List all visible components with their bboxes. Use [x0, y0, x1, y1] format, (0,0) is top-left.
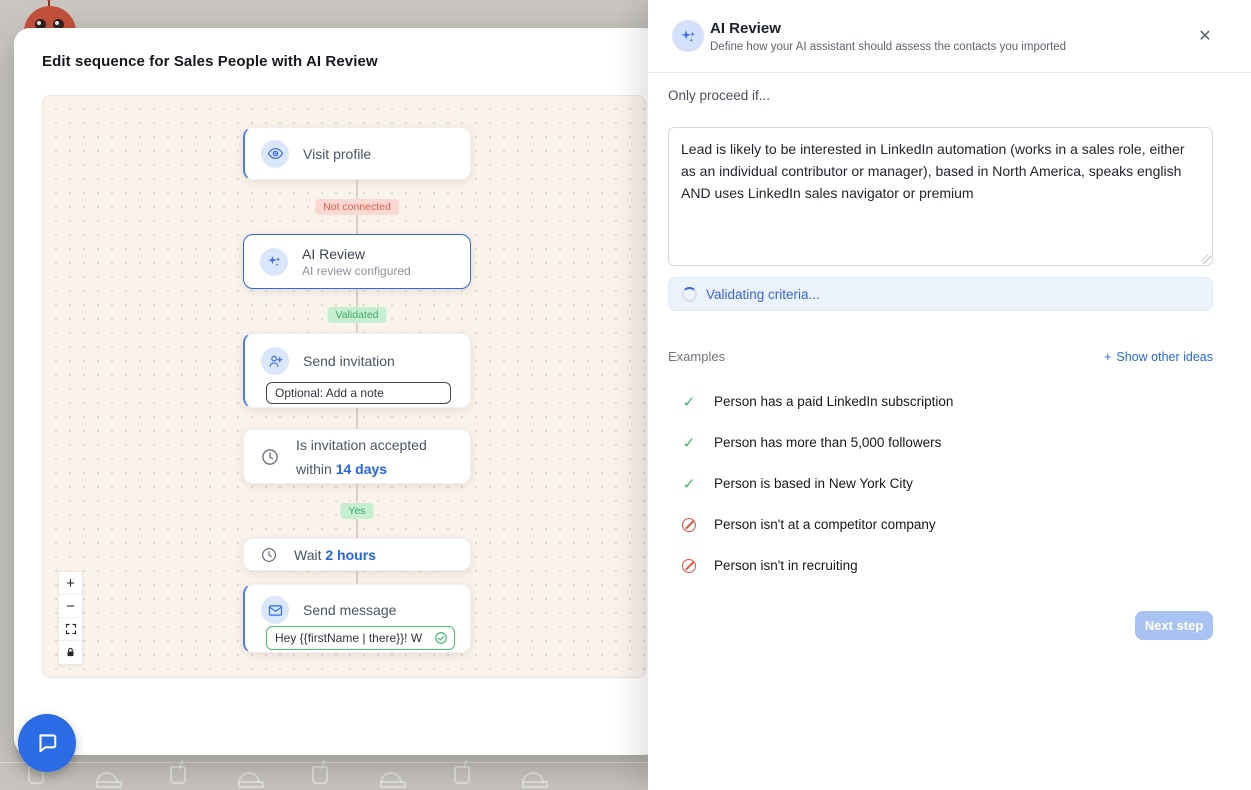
lock-icon	[65, 647, 76, 658]
wait-prefix: Wait	[294, 547, 325, 563]
burger-pattern-icon	[238, 772, 260, 783]
node-ai-review[interactable]: AI Review AI review configured	[243, 234, 471, 289]
expand-icon	[65, 623, 77, 635]
lock-interactivity-button[interactable]	[59, 641, 82, 664]
example-text: Person is based in New York City	[714, 476, 913, 491]
show-other-ideas-link[interactable]: + Show other ideas	[1104, 350, 1213, 364]
clock-icon	[260, 546, 278, 564]
status-badge-validated: Validated	[327, 307, 386, 323]
burger-pattern-icon	[96, 772, 118, 783]
example-text: Person has a paid LinkedIn subscription	[714, 394, 953, 409]
eye-icon	[261, 140, 289, 168]
status-badge-yes: Yes	[340, 503, 373, 519]
burger-pattern-icon	[380, 772, 402, 783]
condition-line2-prefix: within	[296, 461, 336, 477]
node-wait[interactable]: Wait 2 hours	[243, 538, 471, 571]
person-plus-icon	[261, 347, 289, 375]
background-pattern	[0, 766, 648, 790]
criteria-textarea[interactable]: Lead is likely to be interested in Linke…	[668, 127, 1213, 266]
block-icon	[682, 559, 696, 573]
example-text: Person isn't in recruiting	[714, 558, 858, 573]
burger-pattern-icon	[522, 772, 544, 783]
ai-review-panel: AI Review Define how your AI assistant s…	[648, 0, 1251, 790]
wait-duration[interactable]: 2 hours	[325, 547, 376, 563]
node-label: Visit profile	[303, 146, 371, 162]
minus-icon: −	[66, 598, 75, 615]
check-icon: ✓	[681, 475, 697, 493]
node-subtitle: AI review configured	[302, 264, 411, 278]
example-item: ✓ Person has a paid LinkedIn subscriptio…	[681, 381, 1213, 422]
plus-icon: +	[66, 575, 75, 592]
canvas-controls: + −	[58, 571, 83, 665]
panel-title: AI Review	[710, 20, 781, 37]
example-item: Person isn't in recruiting	[681, 545, 1213, 586]
close-icon[interactable]: ✕	[1195, 26, 1215, 46]
cup-pattern-icon	[454, 766, 470, 784]
zoom-in-button[interactable]: +	[59, 572, 82, 595]
node-send-invitation[interactable]: Send invitation	[243, 333, 471, 408]
robot-mascot	[24, 2, 76, 28]
valid-check-icon	[434, 631, 448, 645]
check-icon: ✓	[681, 434, 697, 452]
status-badge-not-connected: Not connected	[315, 199, 399, 215]
node-title: AI Review	[302, 246, 411, 262]
clock-icon	[260, 447, 280, 467]
examples-list: ✓ Person has a paid LinkedIn subscriptio…	[681, 381, 1213, 586]
sparkles-icon	[672, 20, 704, 52]
validating-status-bar: Validating criteria...	[668, 277, 1213, 311]
example-item: Person isn't at a competitor company	[681, 504, 1213, 545]
edit-sequence-modal: Edit sequence for Sales People with AI R…	[14, 28, 660, 755]
node-label: Send message	[303, 602, 396, 618]
invitation-note-input[interactable]	[266, 382, 451, 404]
example-item: ✓ Person is based in New York City	[681, 463, 1213, 504]
only-proceed-if-label: Only proceed if...	[668, 88, 770, 103]
chat-bubble-icon	[34, 730, 60, 756]
zoom-out-button[interactable]: −	[59, 595, 82, 618]
message-input-wrap	[266, 626, 455, 650]
node-invitation-accepted-condition[interactable]: Is invitation accepted within 14 days	[243, 429, 471, 484]
examples-header: Examples + Show other ideas	[668, 349, 1213, 364]
panel-subtitle: Define how your AI assistant should asse…	[710, 41, 1066, 53]
show-other-ideas-label: Show other ideas	[1116, 350, 1213, 364]
sparkles-icon	[260, 248, 288, 276]
mail-icon	[261, 596, 289, 624]
example-text: Person isn't at a competitor company	[714, 517, 936, 532]
chat-launcher-button[interactable]	[18, 714, 76, 772]
criteria-field-wrap: Lead is likely to be interested in Linke…	[668, 127, 1213, 266]
panel-header: AI Review Define how your AI assistant s…	[648, 0, 1251, 73]
check-icon: ✓	[681, 393, 697, 411]
sequence-canvas[interactable]: Visit profile Not connected AI Review AI…	[42, 95, 646, 678]
cup-pattern-icon	[312, 766, 328, 784]
condition-line1: Is invitation accepted	[296, 437, 427, 453]
node-send-message[interactable]: Send message	[243, 584, 471, 653]
message-input[interactable]	[275, 631, 430, 645]
node-label: Send invitation	[303, 353, 395, 369]
next-step-button[interactable]: Next step	[1135, 611, 1213, 640]
examples-label: Examples	[668, 349, 725, 364]
example-item: ✓ Person has more than 5,000 followers	[681, 422, 1213, 463]
block-icon	[682, 518, 696, 532]
modal-title: Edit sequence for Sales People with AI R…	[42, 53, 378, 70]
plus-icon: +	[1104, 350, 1111, 364]
condition-duration[interactable]: 14 days	[336, 461, 387, 477]
validating-text: Validating criteria...	[706, 287, 820, 302]
spinner-icon	[682, 287, 697, 302]
example-text: Person has more than 5,000 followers	[714, 435, 941, 450]
cup-pattern-icon	[170, 766, 186, 784]
node-visit-profile[interactable]: Visit profile	[243, 127, 471, 180]
fit-view-button[interactable]	[59, 618, 82, 641]
